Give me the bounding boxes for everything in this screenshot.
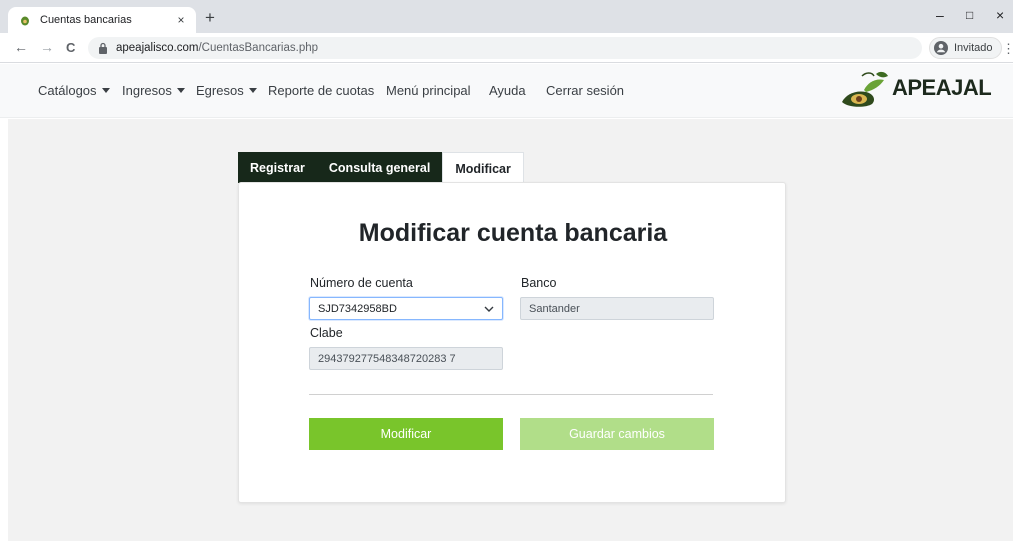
tab-registrar[interactable]: Registrar [238, 152, 317, 183]
lock-icon [99, 42, 107, 54]
caret-down-icon [248, 88, 257, 93]
minimize-icon[interactable]: – [936, 7, 944, 23]
numero-cuenta-select[interactable]: SJD7342958BD [309, 297, 503, 320]
browser-toolbar: ← → C apeajalisco.com/CuentasBancarias.p… [0, 33, 1013, 63]
profile-avatar-icon [934, 41, 948, 55]
logo-text: APEAJAL [892, 75, 992, 100]
avocado-logo-icon [842, 71, 888, 107]
close-window-icon[interactable]: × [996, 7, 1004, 23]
url-path: /CuentasBancarias.php [198, 42, 319, 54]
clabe-label: Clabe [310, 326, 343, 340]
forward-icon[interactable]: → [40, 39, 54, 55]
nav-catalogos[interactable]: Catálogos [38, 83, 110, 98]
nav-catalogos-label: Catálogos [38, 83, 97, 98]
new-tab-button[interactable]: + [205, 9, 215, 27]
nav-cerrar-sesion[interactable]: Cerrar sesión [546, 83, 624, 98]
nav-ingresos[interactable]: Ingresos [122, 83, 185, 98]
banco-label: Banco [521, 276, 557, 290]
clabe-field: 294379277548348720283 7 [309, 347, 503, 370]
profile-button[interactable]: Invitado [929, 37, 1002, 59]
nav-egresos[interactable]: Egresos [196, 83, 257, 98]
numero-cuenta-value: SJD7342958BD [318, 302, 397, 315]
form-tabs: Registrar Consulta general Modificar [238, 152, 524, 184]
modificar-button[interactable]: Modificar [309, 418, 503, 450]
guardar-cambios-button[interactable]: Guardar cambios [520, 418, 714, 450]
form-title: Modificar cuenta bancaria [358, 219, 668, 247]
browser-titlebar: Cuentas bancarias × + – □ × [0, 0, 1013, 33]
nav-ingresos-label: Ingresos [122, 83, 172, 98]
address-bar[interactable]: apeajalisco.com/CuentasBancarias.php [88, 37, 922, 59]
banco-field: Santander [520, 297, 714, 320]
tab-close-icon[interactable]: × [174, 13, 188, 27]
tab-modificar[interactable]: Modificar [442, 152, 524, 184]
profile-name: Invitado [954, 42, 993, 54]
tab-consulta-general[interactable]: Consulta general [316, 152, 443, 183]
nav-ayuda[interactable]: Ayuda [489, 83, 526, 98]
form-divider [309, 394, 713, 395]
nav-reporte-cuotas[interactable]: Reporte de cuotas [268, 83, 374, 98]
browser-tab[interactable]: Cuentas bancarias × [8, 7, 196, 33]
back-icon[interactable]: ← [14, 39, 28, 55]
tab-title: Cuentas bancarias [40, 14, 132, 26]
url-domain: apeajalisco.com [116, 42, 199, 54]
restore-icon[interactable]: □ [966, 8, 973, 22]
form-card: Modificar cuenta bancaria [238, 182, 786, 503]
nav-egresos-label: Egresos [196, 83, 244, 98]
caret-down-icon [101, 88, 110, 93]
apeajal-logo[interactable]: APEAJAL [832, 66, 992, 110]
numero-cuenta-label: Número de cuenta [310, 276, 413, 290]
nav-menu-principal[interactable]: Menú principal [386, 83, 471, 98]
browser-menu-icon[interactable]: ⋮ [1002, 41, 1013, 57]
chevron-down-icon [484, 306, 494, 312]
url-text: apeajalisco.com/CuentasBancarias.php [116, 42, 318, 54]
caret-down-icon [176, 88, 185, 93]
reload-icon[interactable]: C [66, 40, 75, 55]
avocado-favicon-icon [18, 13, 32, 27]
